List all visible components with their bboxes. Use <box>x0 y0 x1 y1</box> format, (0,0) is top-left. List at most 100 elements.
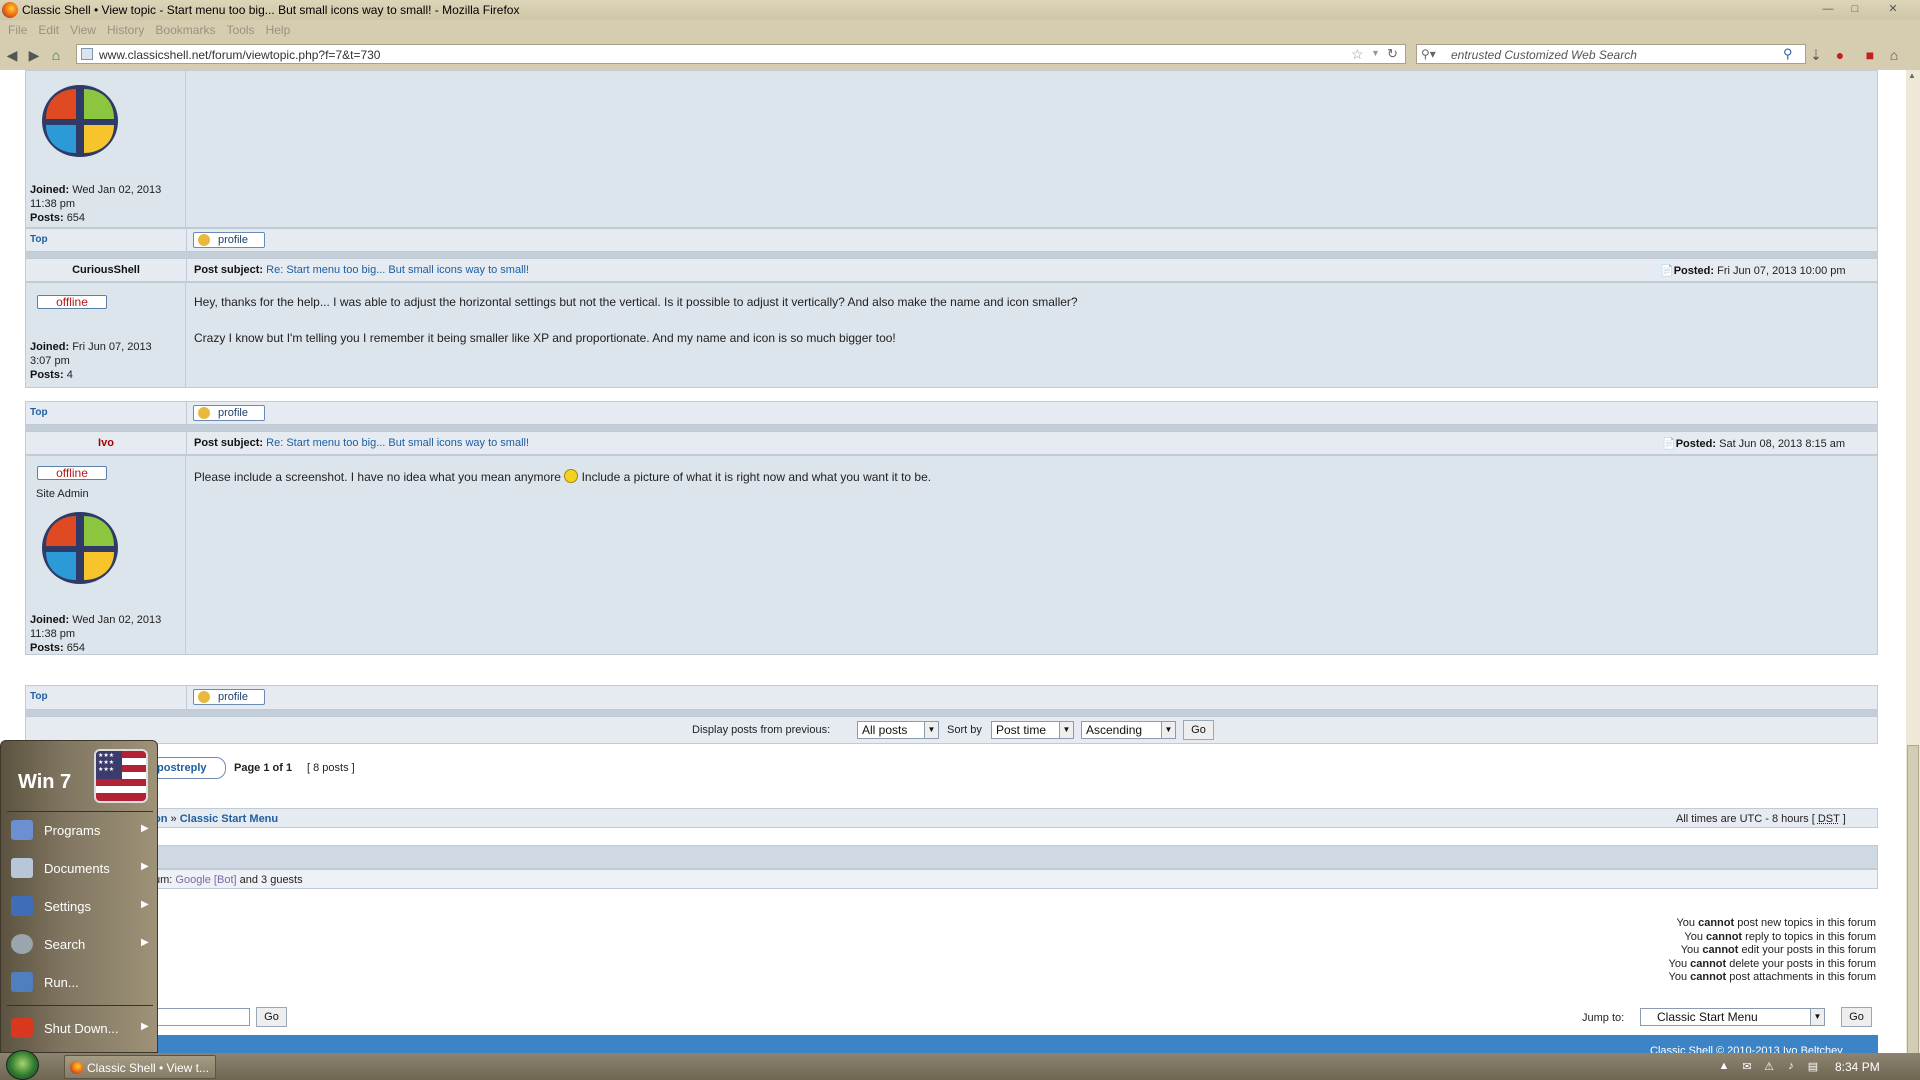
sort-order-select[interactable]: Ascending ▼ <box>1081 721 1176 739</box>
display-label: Display posts from previous: <box>692 724 831 736</box>
post-3-profile-button[interactable]: profile <box>193 689 265 705</box>
documents-icon <box>11 858 33 878</box>
firefox-icon <box>70 1061 83 1074</box>
post-3-subject: Post subject: Re: Start menu too big... … <box>194 437 530 449</box>
chevron-down-icon: ▼ <box>1810 1009 1824 1025</box>
forward-icon[interactable]: ▶ <box>26 47 42 63</box>
jump-to-select[interactable]: Classic Start Menu ▼ <box>1640 1008 1825 1026</box>
adblock-icon[interactable]: ● <box>1832 47 1848 63</box>
minimize-button[interactable]: — <box>1818 2 1838 17</box>
chevron-right-icon: ▶ <box>141 1021 149 1032</box>
home-icon[interactable]: ⌂ <box>48 47 64 63</box>
post-2-line-2: Crazy I know but I'm telling you I remem… <box>194 331 896 345</box>
post-3-posted: 📄Posted: Sat Jun 08, 2013 8:15 am <box>1662 438 1846 450</box>
tray-expand-icon[interactable]: ▲ <box>1717 1060 1731 1074</box>
tray-volume-icon[interactable]: ♪ <box>1784 1060 1798 1074</box>
menu-file[interactable]: File <box>8 23 27 37</box>
reload-icon[interactable]: ↻ <box>1387 46 1398 62</box>
post-2-profile-button[interactable]: profile <box>193 405 265 421</box>
menu-history[interactable]: History <box>107 23 144 37</box>
forum-search-input[interactable] <box>150 1008 250 1026</box>
search-icon[interactable]: ⚲ <box>1783 46 1793 62</box>
menu-edit[interactable]: Edit <box>38 23 59 37</box>
bookmark-star-icon[interactable]: ☆ <box>1351 46 1364 63</box>
url-bar[interactable]: www.classicshell.net/forum/viewtopic.php… <box>76 44 1406 64</box>
post-3-author[interactable]: Ivo <box>26 437 186 449</box>
menu-help[interactable]: Help <box>266 23 291 37</box>
menu-separator <box>7 1005 153 1006</box>
post-2-profile: offline Joined: Fri Jun 07, 2013 3:07 pm… <box>26 283 186 387</box>
menu-bookmarks[interactable]: Bookmarks <box>155 23 215 37</box>
search-engine-icon[interactable]: ⚲▾ <box>1421 47 1436 61</box>
taskbar-clock[interactable]: 8:34 PM <box>1835 1060 1880 1074</box>
post-2-top-link[interactable]: Top <box>30 407 48 418</box>
history-dropdown-icon[interactable]: ▼ <box>1371 48 1380 58</box>
post-2-subject-link[interactable]: Re: Start menu too big... But small icon… <box>266 264 529 276</box>
menu-tools[interactable]: Tools <box>227 23 255 37</box>
classic-shell-avatar <box>42 85 118 157</box>
scrollbar-thumb[interactable] <box>1907 745 1919 1055</box>
download-icon[interactable]: ⇣ <box>1808 47 1824 63</box>
url-text[interactable]: www.classicshell.net/forum/viewtopic.php… <box>99 48 380 62</box>
site-identity-icon[interactable] <box>81 48 93 60</box>
menu-separator <box>7 811 153 812</box>
post-3-joined: Joined: Wed Jan 02, 2013 11:38 pm Posts:… <box>30 614 162 654</box>
post-1-profile-button[interactable]: profile <box>193 232 265 248</box>
post-2-subject: Post subject: Re: Start menu too big... … <box>194 264 530 276</box>
maximize-button[interactable]: □ <box>1845 2 1865 17</box>
post-2-header: CuriousShell Post subject: Re: Start men… <box>25 258 1878 282</box>
post-reply-button[interactable]: postreply <box>150 757 226 779</box>
user-picture-flag[interactable]: ★★★ ★★★ ★★★ <box>94 749 148 803</box>
post-3-body: Please include a screenshot. I have no i… <box>194 469 932 484</box>
start-item-search[interactable]: Search ▶ <box>1 929 159 959</box>
start-menu-brand: Win 7 <box>18 771 72 793</box>
tray-security-icon[interactable]: ⚠ <box>1762 1060 1776 1074</box>
profile-icon <box>198 691 210 703</box>
start-item-shutdown[interactable]: Shut Down... ▶ <box>1 1013 159 1043</box>
profile-icon <box>198 234 210 246</box>
who-is-online-header <box>25 845 1878 869</box>
post-3-subject-link[interactable]: Re: Start menu too big... But small icon… <box>266 437 529 449</box>
tray-network-icon[interactable]: ▤ <box>1806 1060 1820 1074</box>
post-3-header: Ivo Post subject: Re: Start menu too big… <box>25 431 1878 455</box>
breadcrumb-bar: on » Classic Start Menu All times are UT… <box>25 808 1878 828</box>
permission-line: You cannot reply to topics in this forum <box>1684 930 1876 943</box>
firefox-icon <box>2 2 18 18</box>
permission-line: You cannot edit your posts in this forum <box>1680 944 1876 957</box>
start-button[interactable] <box>6 1050 39 1080</box>
jump-go-button[interactable]: Go <box>1841 1007 1872 1027</box>
display-posts-select[interactable]: All posts ▼ <box>857 721 939 739</box>
breadcrumb: on » Classic Start Menu <box>154 813 279 825</box>
close-button[interactable]: ✕ <box>1876 2 1910 17</box>
start-item-run[interactable]: Run... <box>1 967 159 997</box>
back-icon[interactable]: ◀ <box>4 47 20 63</box>
addon-icon[interactable]: ■ <box>1862 47 1878 63</box>
post-2-posted: 📄Posted: Fri Jun 07, 2013 10:00 pm <box>1660 265 1846 277</box>
start-item-programs[interactable]: Programs ▶ <box>1 815 159 845</box>
post-1-profile: Joined: Wed Jan 02, 2013 11:38 pm Posts:… <box>26 71 186 227</box>
post-1-top-link[interactable]: Top <box>30 234 48 245</box>
post-icon[interactable]: 📄 <box>1662 438 1676 450</box>
search-bar[interactable]: ⚲▾ entrusted Customized Web Search ⚲ <box>1416 44 1806 64</box>
start-item-settings[interactable]: Settings ▶ <box>1 891 159 921</box>
tray-mail-icon[interactable]: ✉ <box>1740 1060 1754 1074</box>
post-2-author[interactable]: CuriousShell <box>26 264 186 276</box>
forum-search-go-button[interactable]: Go <box>256 1007 287 1027</box>
post-3-status-badge: offline <box>37 466 107 480</box>
shutdown-icon <box>11 1018 33 1038</box>
google-bot-link[interactable]: Google [Bot] <box>175 874 236 886</box>
settings-icon <box>11 896 33 916</box>
scroll-up-icon[interactable]: ▲ <box>1908 71 1916 80</box>
sort-by-select[interactable]: Post time ▼ <box>991 721 1074 739</box>
post-icon[interactable]: 📄 <box>1660 265 1674 277</box>
post-2-status-badge: offline <box>37 295 107 309</box>
display-go-button[interactable]: Go <box>1183 720 1214 740</box>
chevron-right-icon: ▶ <box>141 861 149 872</box>
menu-view[interactable]: View <box>70 23 96 37</box>
post-2-line-1: Hey, thanks for the help... I was able t… <box>194 295 1078 309</box>
home-page-icon[interactable]: ⌂ <box>1886 47 1902 63</box>
breadcrumb-forum-link[interactable]: Classic Start Menu <box>180 813 278 825</box>
taskbar-firefox-button[interactable]: Classic Shell • View t... <box>64 1055 216 1079</box>
start-item-documents[interactable]: Documents ▶ <box>1 853 159 883</box>
post-3-top-link[interactable]: Top <box>30 691 48 702</box>
